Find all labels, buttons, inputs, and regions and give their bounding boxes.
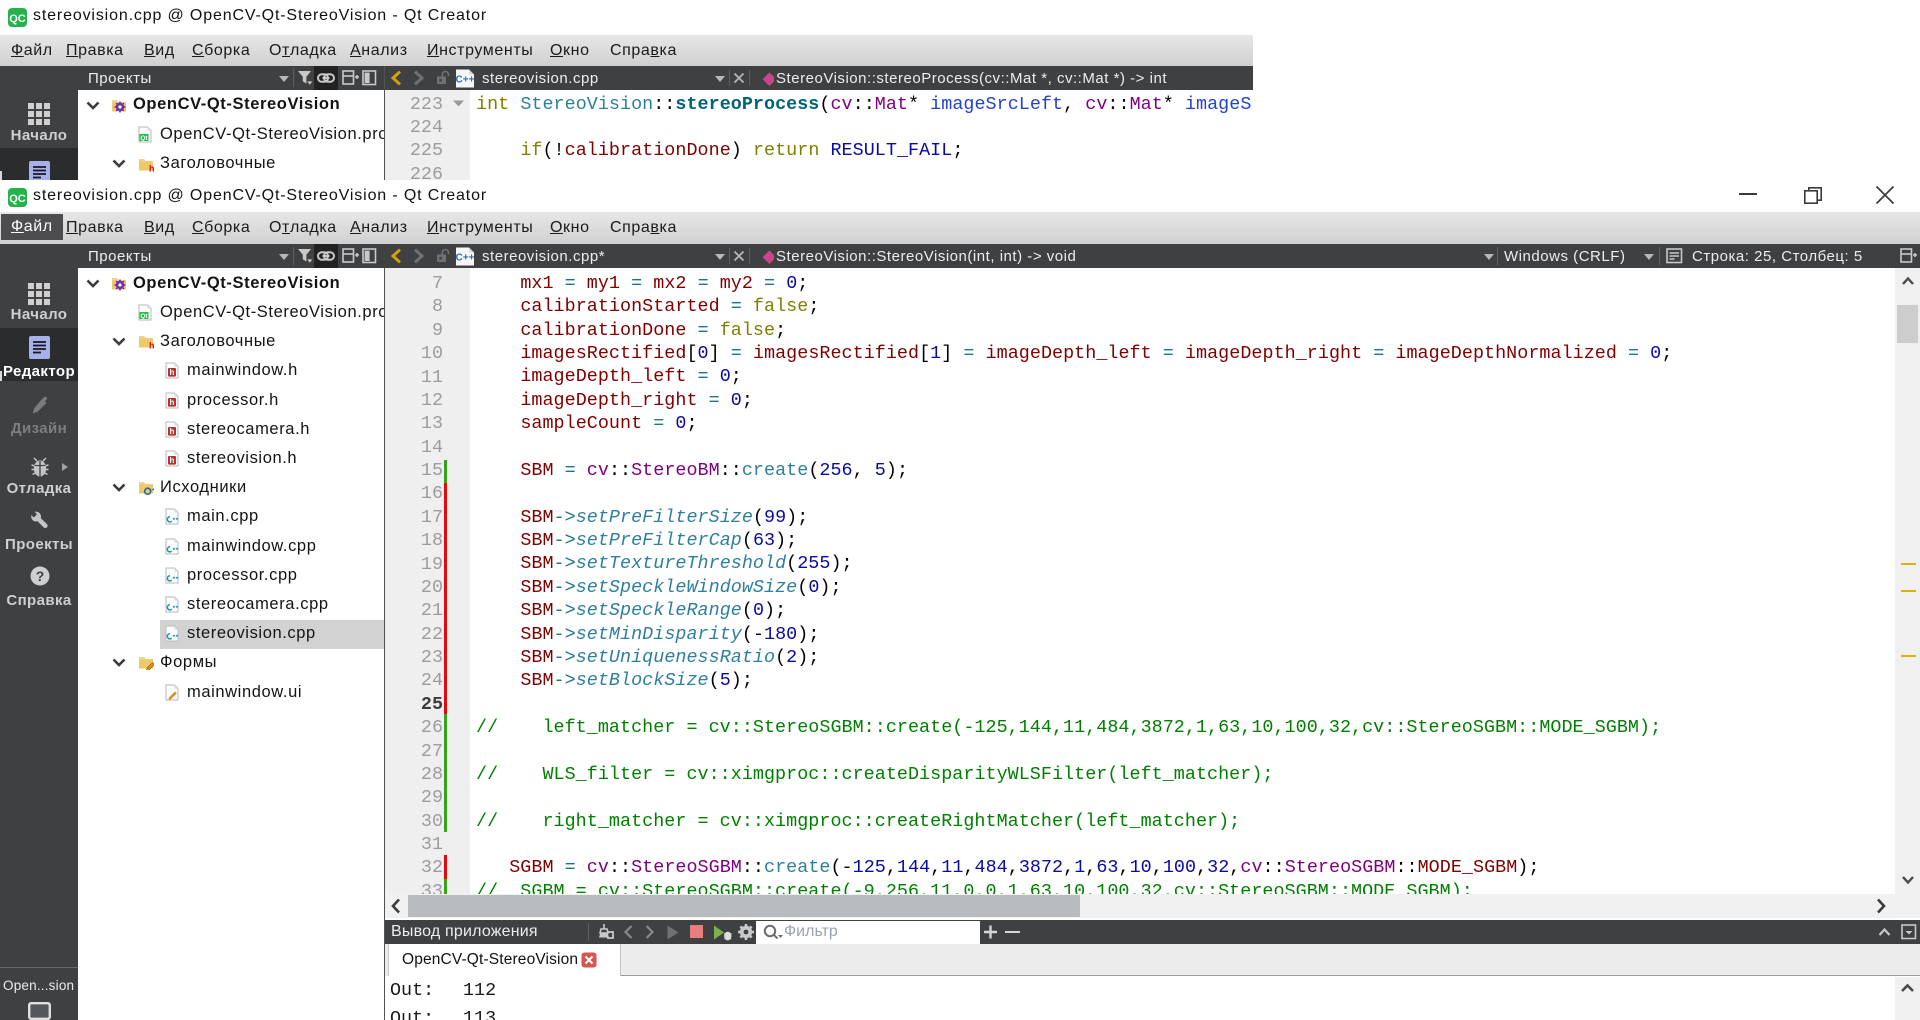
svg-text:h: h [170,398,175,407]
svg-text:h: h [170,427,175,436]
svg-text:h: h [170,456,175,465]
svg-text:Qt: Qt [140,135,148,142]
svg-text:Qt: Qt [140,313,148,320]
svg-text:C++: C++ [456,253,475,264]
svg-text:QC: QC [9,193,26,205]
svg-text:h: h [149,164,154,173]
svg-text:C++: C++ [456,75,475,86]
svg-text:QC: QC [9,13,26,25]
svg-text:h: h [149,341,154,350]
svg-text:h: h [170,368,175,377]
